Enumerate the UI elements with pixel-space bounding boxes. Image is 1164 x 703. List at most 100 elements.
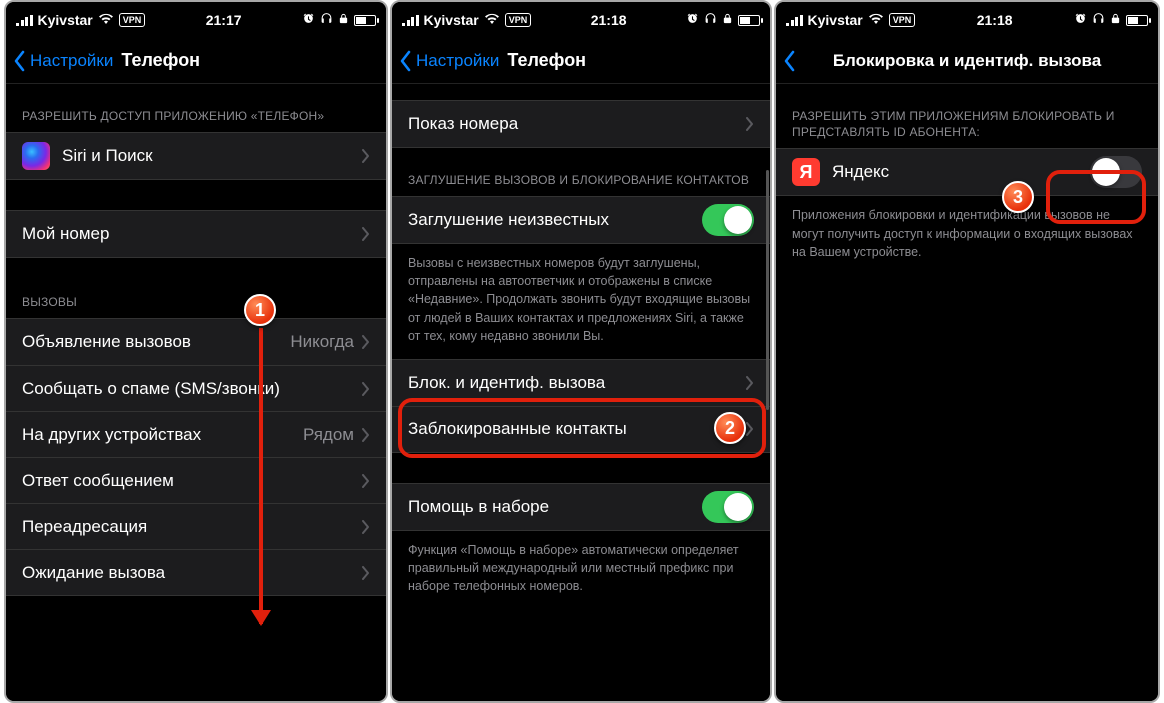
wifi-icon <box>98 12 114 28</box>
cell-value: Никогда <box>290 332 354 352</box>
cell-call-blocking-id[interactable]: Блок. и идентиф. вызова <box>392 360 770 406</box>
cell-announce-calls[interactable]: Объявление вызовов Никогда <box>6 319 386 365</box>
cell-show-caller-id[interactable]: Показ номера <box>392 101 770 147</box>
clock-label: 21:17 <box>206 12 242 28</box>
section-header-silence: ЗАГЛУШЕНИЕ ВЫЗОВОВ И БЛОКИРОВАНИЕ КОНТАК… <box>392 148 770 196</box>
chevron-right-icon <box>746 422 754 436</box>
yandex-icon: Я <box>792 158 820 186</box>
section-header-allow-apps: РАЗРЕШИТЬ ЭТИМ ПРИЛОЖЕНИЯМ БЛОКИРОВАТЬ И… <box>776 84 1158 148</box>
chevron-left-icon <box>782 50 796 72</box>
phone-screen-2: Kyivstar VPN 21:18 Настройки Телефон <box>392 2 770 701</box>
nav-bar: Настройки Телефон <box>392 38 770 84</box>
section-header-allow: РАЗРЕШИТЬ ДОСТУП ПРИЛОЖЕНИЮ «ТЕЛЕФОН» <box>6 84 386 132</box>
wifi-icon <box>484 12 500 28</box>
chevron-right-icon <box>362 227 370 241</box>
nav-bar: Настройки Телефон <box>6 38 386 84</box>
page-title: Блокировка и идентиф. вызова <box>776 51 1158 71</box>
cell-report-spam[interactable]: Сообщать о спаме (SMS/звонки) <box>6 365 386 411</box>
battery-icon <box>354 15 376 26</box>
lock-icon <box>1110 12 1121 28</box>
chevron-right-icon <box>362 428 370 442</box>
cell-my-number[interactable]: Мой номер <box>6 211 386 257</box>
carrier-label: Kyivstar <box>38 12 93 28</box>
status-bar: Kyivstar VPN 21:17 <box>6 2 386 38</box>
chevron-left-icon <box>398 50 412 72</box>
cell-label: Помощь в наборе <box>408 497 702 517</box>
cell-label: Яндекс <box>832 162 1090 182</box>
settings-list: РАЗРЕШИТЬ ДОСТУП ПРИЛОЖЕНИЮ «ТЕЛЕФОН» Si… <box>6 84 386 701</box>
chevron-right-icon <box>362 520 370 534</box>
section-footer-assist: Функция «Помощь в наборе» автоматически … <box>392 531 770 601</box>
cell-label: Показ номера <box>408 114 746 134</box>
siri-icon <box>22 142 50 170</box>
annotation-badge-3: 3 <box>1002 181 1034 213</box>
chevron-right-icon <box>362 474 370 488</box>
lock-icon <box>722 12 733 28</box>
carrier-label: Kyivstar <box>424 12 479 28</box>
toggle-silence-unknown[interactable] <box>702 204 754 236</box>
vpn-badge: VPN <box>119 13 146 27</box>
status-bar: Kyivstar VPN 21:18 <box>776 2 1158 38</box>
annotation-badge-2: 2 <box>714 412 746 444</box>
cell-label: Объявление вызовов <box>22 332 290 352</box>
chevron-right-icon <box>746 117 754 131</box>
cell-label: Сообщать о спаме (SMS/звонки) <box>22 379 362 399</box>
vpn-badge: VPN <box>889 13 916 27</box>
cell-label: Ожидание вызова <box>22 563 362 583</box>
back-button[interactable]: Настройки <box>12 50 113 72</box>
vpn-badge: VPN <box>505 13 532 27</box>
cell-label: Заглушение неизвестных <box>408 210 702 230</box>
chevron-right-icon <box>362 335 370 349</box>
battery-icon <box>1126 15 1148 26</box>
lock-icon <box>338 12 349 28</box>
chevron-right-icon <box>362 382 370 396</box>
cell-forwarding[interactable]: Переадресация <box>6 503 386 549</box>
headphones-icon <box>704 12 717 28</box>
phone-screen-1: Kyivstar VPN 21:17 Настройки Телефон РАЗ… <box>6 2 386 701</box>
toggle-yandex[interactable] <box>1090 156 1142 188</box>
section-header-calls: ВЫЗОВЫ <box>6 258 386 318</box>
alarm-icon <box>1074 12 1087 28</box>
cell-label: Переадресация <box>22 517 362 537</box>
headphones-icon <box>320 12 333 28</box>
wifi-icon <box>868 12 884 28</box>
section-footer-silence: Вызовы с неизвестных номеров будут заглу… <box>392 244 770 351</box>
cell-reply-message[interactable]: Ответ сообщением <box>6 457 386 503</box>
signal-icon <box>16 15 33 26</box>
headphones-icon <box>1092 12 1105 28</box>
cell-siri-search[interactable]: Siri и Поиск <box>6 133 386 179</box>
alarm-icon <box>302 12 315 28</box>
cell-label: Заблокированные контакты <box>408 419 746 439</box>
scroll-indicator <box>766 170 769 410</box>
back-button[interactable] <box>782 50 800 72</box>
annotation-arrow-down <box>259 328 263 624</box>
cell-other-devices[interactable]: На других устройствах Рядом <box>6 411 386 457</box>
page-title: Телефон <box>507 50 586 71</box>
section-footer-apps: Приложения блокировки и идентификации вы… <box>776 196 1158 266</box>
settings-list: Показ номера ЗАГЛУШЕНИЕ ВЫЗОВОВ И БЛОКИР… <box>392 84 770 701</box>
clock-label: 21:18 <box>591 12 627 28</box>
cell-label: Мой номер <box>22 224 362 244</box>
cell-label: Ответ сообщением <box>22 471 362 491</box>
cell-call-waiting[interactable]: Ожидание вызова <box>6 549 386 595</box>
cell-label: Блок. и идентиф. вызова <box>408 373 746 393</box>
cell-yandex-app[interactable]: Я Яндекс <box>776 149 1158 195</box>
signal-icon <box>402 15 419 26</box>
settings-list: РАЗРЕШИТЬ ЭТИМ ПРИЛОЖЕНИЯМ БЛОКИРОВАТЬ И… <box>776 84 1158 701</box>
carrier-label: Kyivstar <box>808 12 863 28</box>
page-title: Телефон <box>121 50 200 71</box>
cell-value: Рядом <box>303 425 354 445</box>
signal-icon <box>786 15 803 26</box>
cell-dial-assist[interactable]: Помощь в наборе <box>392 484 770 530</box>
annotation-badge-1: 1 <box>244 294 276 326</box>
alarm-icon <box>686 12 699 28</box>
phone-screen-3: Kyivstar VPN 21:18 Блокировка и идентиф.… <box>776 2 1158 701</box>
battery-icon <box>738 15 760 26</box>
back-label: Настройки <box>416 51 499 71</box>
cell-label: Siri и Поиск <box>62 146 362 166</box>
status-bar: Kyivstar VPN 21:18 <box>392 2 770 38</box>
clock-label: 21:18 <box>977 12 1013 28</box>
back-button[interactable]: Настройки <box>398 50 499 72</box>
toggle-dial-assist[interactable] <box>702 491 754 523</box>
cell-silence-unknown[interactable]: Заглушение неизвестных <box>392 197 770 243</box>
